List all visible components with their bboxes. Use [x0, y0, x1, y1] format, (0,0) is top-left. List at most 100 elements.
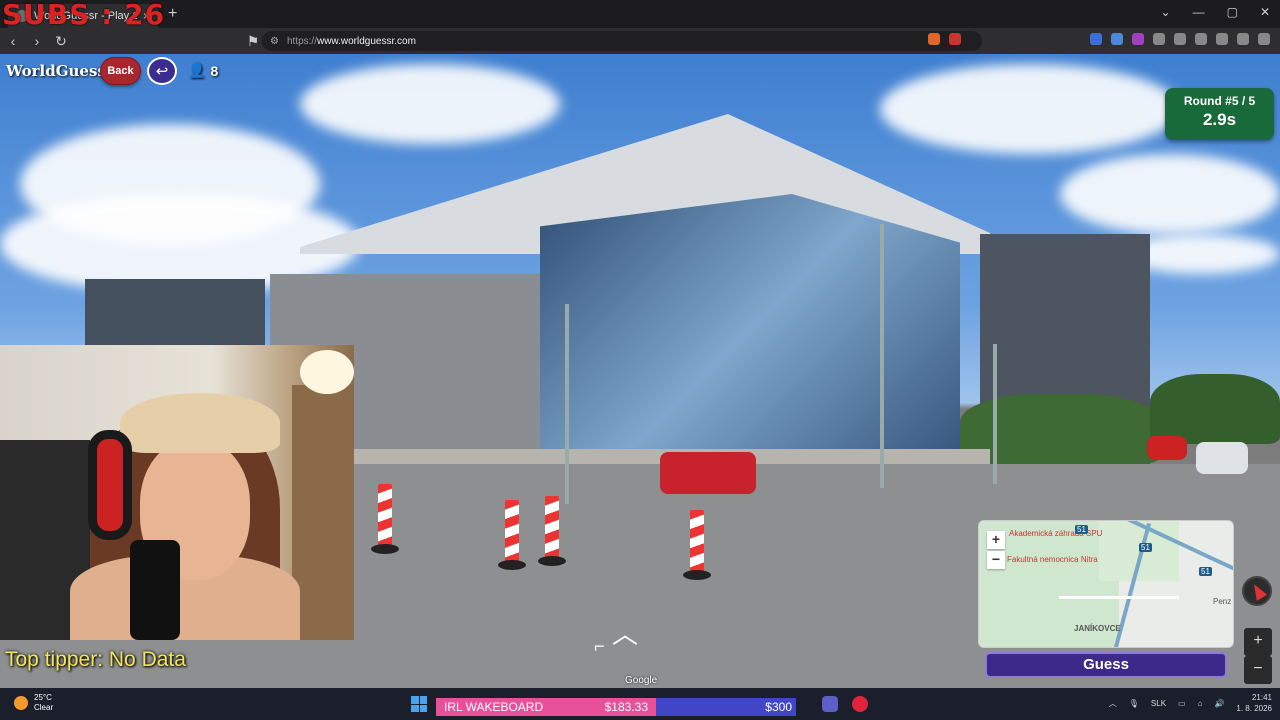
url-field[interactable]: ⚙ https://www.worldguessr.com [262, 31, 982, 51]
media-app-icon[interactable] [852, 696, 868, 712]
cloud [880, 64, 1180, 154]
tab-list-icon[interactable]: ⌄ [1161, 5, 1171, 19]
back-button[interactable]: Back [100, 57, 141, 85]
minimize-icon[interactable]: — [1193, 5, 1205, 19]
compass-icon[interactable] [1242, 576, 1272, 606]
vpn-icon[interactable] [1237, 33, 1249, 45]
extension-icon[interactable] [1132, 33, 1144, 45]
brave-shield-icon[interactable] [928, 33, 940, 45]
maximize-icon[interactable]: ▢ [1227, 5, 1238, 19]
webcam-overlay [0, 345, 354, 640]
display-icon[interactable]: ▭ [1178, 699, 1186, 708]
map-label: Akademická záhrada SPU [1009, 529, 1103, 538]
goal-target: $300 [765, 700, 792, 714]
trees [960, 394, 1160, 464]
url-domain: www.worldguessr.com [316, 35, 416, 47]
windows-start-icon[interactable] [411, 696, 427, 712]
headset-icon [88, 430, 132, 540]
guess-minimap[interactable]: Akademická záhrada SPU Fakultná nemocnic… [978, 520, 1234, 648]
date: 1. 8. 2026 [1236, 704, 1272, 713]
undo-return-icon[interactable]: ↩ [147, 57, 177, 85]
webcam-lamp [300, 350, 354, 394]
sidebar-icon[interactable] [1174, 33, 1186, 45]
traffic-light-pole [565, 304, 569, 504]
goal-amount: $183.33 [604, 700, 648, 714]
top-tipper-overlay: Top tipper: No Data [5, 648, 186, 671]
map-road [1059, 596, 1179, 599]
road-badge: 51 [1199, 567, 1212, 576]
back-nav-icon[interactable]: ‹ [2, 33, 24, 49]
tray-chevron-icon[interactable]: ︿ [1109, 698, 1117, 709]
goal-label: IRL WAKEBOARD [444, 700, 544, 714]
guess-button[interactable]: Guess [985, 652, 1227, 678]
wakeboard-goal-bar: IRL WAKEBOARD $183.33 $300 [436, 698, 796, 716]
address-bar-row: ‹ › ↻ ⚑ ⚙ https://www.worldguessr.com [0, 28, 1280, 54]
windows-taskbar: 25°C Clear IRL WAKEBOARD $183.33 $300 ︿ 🎙 … [0, 688, 1280, 720]
wallet-icon[interactable] [1195, 33, 1207, 45]
map-label: Janíkovce [1074, 624, 1121, 633]
navigate-forward-arrow-icon[interactable]: ︿ [612, 614, 638, 651]
volume-icon[interactable]: 🔊 [1214, 699, 1224, 708]
google-attribution: Google [625, 675, 658, 686]
timer: 2.9s [1202, 110, 1237, 129]
car [1196, 442, 1248, 474]
browser-tab-strip: WorldGuessr - Play Geogu × + ⌄ — ▢ ✕ [0, 0, 1280, 28]
subs-counter-overlay: SUBS : 26 [2, 0, 166, 31]
extensions-area [928, 33, 1270, 45]
worldguessr-logo[interactable]: WorldGuessr [6, 62, 114, 80]
window-controls: ⌄ — ▢ ✕ [1161, 5, 1270, 19]
weather-condition: Clear [34, 703, 54, 712]
temperature: 25°C [34, 693, 52, 702]
car [1147, 436, 1187, 460]
map-label: Fakultná nemocnica Nitra [1007, 555, 1098, 564]
traffic-bollard [538, 496, 566, 566]
mall-glass-facade [540, 194, 960, 464]
clock[interactable]: 21:41 1. 8. 2026 [1236, 692, 1272, 714]
cloud [300, 64, 560, 144]
network-icon[interactable]: ⌂ [1198, 699, 1203, 708]
url-scheme: https:// [286, 35, 317, 47]
red-car [660, 452, 756, 494]
language-indicator[interactable]: SLK [1151, 699, 1166, 708]
webcam-door [292, 385, 354, 640]
lamp-post [880, 224, 884, 488]
site-info-icon[interactable]: ⚙ [270, 36, 279, 47]
map-label: Penz [1213, 597, 1232, 606]
extension-icon[interactable] [1111, 33, 1123, 45]
new-tab-icon[interactable]: + [168, 5, 177, 23]
bookmark-icon[interactable]: ⚑ [242, 33, 264, 50]
menu-icon[interactable] [1258, 33, 1270, 45]
user-icon: 👤 [188, 62, 206, 78]
time: 21:41 [1251, 693, 1272, 702]
players-number: 8 [210, 62, 219, 79]
close-window-icon[interactable]: ✕ [1260, 5, 1270, 19]
cloud [1060, 154, 1280, 234]
forward-nav-icon[interactable]: › [26, 33, 48, 49]
traffic-bollard [683, 510, 711, 580]
road-badge: 51 [1139, 543, 1152, 552]
puzzle-icon[interactable] [1153, 33, 1165, 45]
leo-icon[interactable] [1216, 33, 1228, 45]
streetview-zoom-in-button[interactable]: + [1244, 628, 1272, 656]
microphone-tray-icon[interactable]: 🎙 [1129, 699, 1139, 708]
navigate-back-arrow-icon[interactable]: ⌐ [594, 636, 605, 657]
teams-icon[interactable] [822, 696, 838, 712]
round-timer-panel: Round #5 / 5 2.9s [1165, 88, 1274, 140]
rewards-icon[interactable] [949, 33, 961, 45]
map-zoom-in-button[interactable]: + [987, 531, 1005, 549]
microphone-icon [130, 540, 180, 640]
map-zoom-out-button[interactable]: − [987, 551, 1005, 569]
system-tray: ︿ 🎙 SLK ▭ ⌂ 🔊 21:41 1. 8. 2026 [1109, 692, 1272, 714]
weather-widget[interactable]: 25°C Clear [14, 693, 53, 713]
players-count: 👤 8 [188, 62, 218, 79]
streamer-cap [120, 393, 280, 453]
traffic-bollard [498, 500, 526, 570]
reload-icon[interactable]: ↻ [50, 33, 72, 50]
road-badge: 51 [1075, 525, 1088, 534]
traffic-light-pole [993, 344, 997, 484]
streetview-zoom-out-button[interactable]: − [1244, 656, 1272, 684]
translate-icon[interactable] [1090, 33, 1102, 45]
sun-weather-icon [14, 696, 28, 710]
trees [1150, 374, 1280, 444]
round-label: Round #5 / 5 [1183, 94, 1256, 108]
